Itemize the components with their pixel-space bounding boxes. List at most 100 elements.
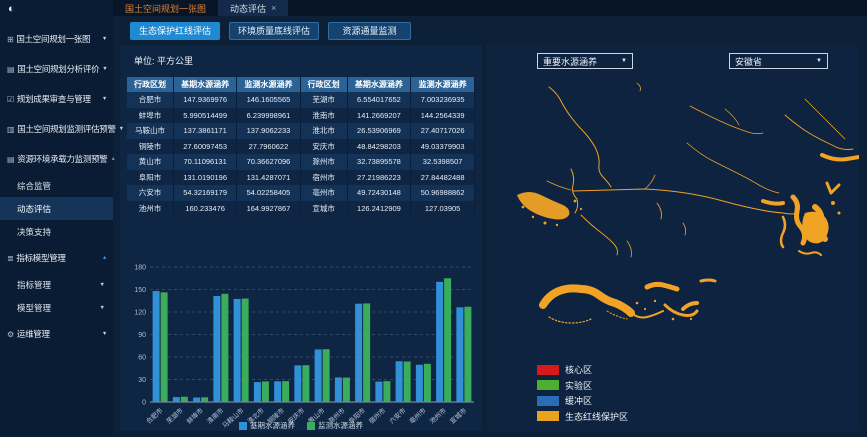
table-cell: 147.9369976 — [174, 92, 237, 108]
table-cell: 27.60097453 — [174, 139, 237, 155]
table-cell: 6.239998961 — [237, 108, 300, 124]
chevron-down-icon: ▼ — [102, 36, 109, 42]
table-header-cell: 监测水源涵养 — [411, 77, 475, 92]
table-row: 黄山市70.1109613170.36627096滁州市32.738955783… — [127, 154, 475, 170]
table-cell: 49.03379903 — [411, 139, 475, 155]
svg-text:0: 0 — [142, 400, 146, 407]
table-cell: 32.5398507 — [411, 154, 475, 170]
close-icon[interactable]: × — [271, 3, 276, 13]
review-check-icon: ☑ — [7, 95, 14, 104]
chevron-down-icon: ▼ — [100, 305, 107, 311]
table-cell: 黄山市 — [127, 154, 174, 170]
table-cell: 宿州市 — [301, 170, 348, 186]
sidebar-item[interactable]: ▤资源环境承载力监测预警▲ — [0, 144, 113, 174]
table-cell: 54.02258405 — [237, 185, 300, 201]
model-manage-icon: ≣ — [7, 254, 13, 263]
legend-swatch — [307, 422, 315, 430]
table-cell: 27.84482488 — [411, 170, 475, 186]
sidebar-item-label: 规划成果审查与管理 — [17, 93, 91, 105]
table-row: 蚌埠市5.9905144996.239998961淮南市141.26692071… — [127, 108, 475, 124]
table-cell: 50.96988862 — [411, 185, 475, 201]
table-cell: 安庆市 — [301, 139, 348, 155]
chevron-up-icon: ▲ — [102, 255, 109, 261]
svg-text:180: 180 — [134, 265, 146, 272]
legend-swatch — [537, 411, 559, 421]
sidebar-item[interactable]: ≣指标模型管理▲ — [0, 243, 113, 273]
region-dropdown-value: 安徽省 — [735, 55, 762, 68]
sidebar-item-label: 国土空间规划分析评价 — [17, 63, 99, 75]
table-cell: 146.1605565 — [237, 92, 300, 108]
table-cell: 137.3861171 — [174, 123, 237, 139]
legend-swatch — [537, 396, 559, 406]
table-cell: 32.73895578 — [348, 154, 412, 170]
legend-swatch — [537, 365, 559, 375]
sidebar-subitem[interactable]: 综合监管 — [0, 174, 113, 197]
table-cell: 131.0190196 — [174, 170, 237, 186]
sidebar-subitem[interactable]: 决策支持 — [0, 220, 113, 243]
tab-home[interactable]: 国土空间规划一张图 — [113, 0, 218, 16]
table-cell: 141.2669207 — [348, 108, 412, 124]
assessment-button[interactable]: 环境质量底线评估 — [229, 22, 319, 40]
table-cell: 144.2564339 — [411, 108, 475, 124]
sidebar-item[interactable]: ▤国土空间规划分析评价▼ — [0, 54, 113, 84]
tab-dynamic-assessment[interactable]: 动态评估× — [218, 0, 288, 16]
table-row: 马鞍山市137.3861171137.9062233淮北市26.53906969… — [127, 123, 475, 139]
sidebar-subitem-label: 模型管理 — [17, 302, 51, 314]
legend-swatch — [239, 422, 247, 430]
table-cell: 164.9927867 — [237, 201, 300, 217]
bar-chart-canvas: 0306090120150180合肥市芜湖市蚌埠市淮南市马鞍山市淮北市铜陵市安庆… — [122, 253, 480, 431]
table-cell: 160.233476 — [174, 201, 237, 217]
sidebar-subitem[interactable]: 模型管理 ▼ — [0, 296, 113, 319]
table-cell: 亳州市 — [301, 185, 348, 201]
sidebar-item[interactable]: ⚙运维管理▼ — [0, 319, 113, 349]
map-legend-label: 核心区 — [565, 363, 592, 376]
svg-text:120: 120 — [134, 310, 146, 317]
sidebar-subitem[interactable]: 动态评估 — [0, 197, 113, 220]
table-cell: 池州市 — [127, 201, 174, 217]
table-cell: 27.21986223 — [348, 170, 412, 186]
map-legend-label: 缓冲区 — [565, 394, 592, 407]
table-cell: 70.36627096 — [237, 154, 300, 170]
sidebar-subitem[interactable]: 指标管理▼ — [0, 273, 113, 296]
table-cell: 铜陵市 — [127, 139, 174, 155]
table-cell: 131.4287071 — [237, 170, 300, 186]
sidebar-item[interactable]: ⊞国土空间规划一张图▼ — [0, 24, 113, 54]
chart-legend-label: 监测水源涵养 — [318, 420, 363, 431]
map-legend: 核心区实验区缓冲区生态红线保护区 — [537, 363, 628, 423]
chevron-down-icon: ▼ — [621, 58, 627, 64]
table-cell: 芜湖市 — [301, 92, 348, 108]
capacity-monitor-icon: ▤ — [7, 155, 14, 164]
chevron-down-icon: ▼ — [100, 282, 107, 288]
table-header-row: 行政区划基期水源涵养监测水源涵养行政区划基期水源涵养监测水源涵养 — [127, 77, 475, 92]
tab-bar: 国土空间规划一张图动态评估× — [113, 0, 867, 16]
chevron-down-icon: ▼ — [102, 331, 109, 337]
monitor-warning-icon: ▥ — [7, 125, 14, 134]
table-cell: 滁州市 — [301, 154, 348, 170]
table-row: 六安市54.3216917954.02258405亳州市49.724301485… — [127, 185, 475, 201]
sidebar-item-label: 资源环境承载力监测预警 — [17, 153, 107, 165]
table-cell: 127.03905 — [411, 201, 475, 217]
map-legend-item: 实验区 — [537, 379, 628, 392]
analysis-icon: ▤ — [7, 65, 14, 74]
chart-legend-item[interactable]: 基期水源涵养 — [239, 420, 295, 431]
table-row: 阜阳市131.0190196131.4287071宿州市27.219862232… — [127, 170, 475, 186]
chart-legend-item[interactable]: 监测水源涵养 — [307, 420, 363, 431]
chevron-up-icon: ▲ — [110, 156, 117, 162]
table-header-cell: 行政区划 — [127, 77, 174, 92]
table-cell: 6.554017652 — [348, 92, 412, 108]
sidebar-item[interactable]: ▥国土空间规划监测评估预警▼ — [0, 114, 113, 144]
table-cell: 淮北市 — [301, 123, 348, 139]
sidebar-item[interactable]: ☑规划成果审查与管理▼ — [0, 84, 113, 114]
chevron-down-icon: ▼ — [102, 66, 109, 72]
indicator-dropdown[interactable]: 重要水源涵养 ▼ — [537, 53, 633, 69]
map-legend-item: 核心区 — [537, 363, 628, 376]
assessment-button[interactable]: 生态保护红线评估 — [130, 22, 220, 40]
ops-gear-icon: ⚙ — [7, 330, 14, 339]
sidebar-collapse-icon[interactable]: ◐ — [0, 0, 113, 18]
region-dropdown[interactable]: 安徽省 ▼ — [729, 53, 828, 69]
table-cell: 48.84298203 — [348, 139, 412, 155]
water-conservation-table: 行政区划基期水源涵养监测水源涵养行政区划基期水源涵养监测水源涵养合肥市147.9… — [127, 77, 475, 216]
assessment-button[interactable]: 资源通量监测 — [328, 22, 411, 40]
table-cell: 六安市 — [127, 185, 174, 201]
table-cell: 54.32169179 — [174, 185, 237, 201]
